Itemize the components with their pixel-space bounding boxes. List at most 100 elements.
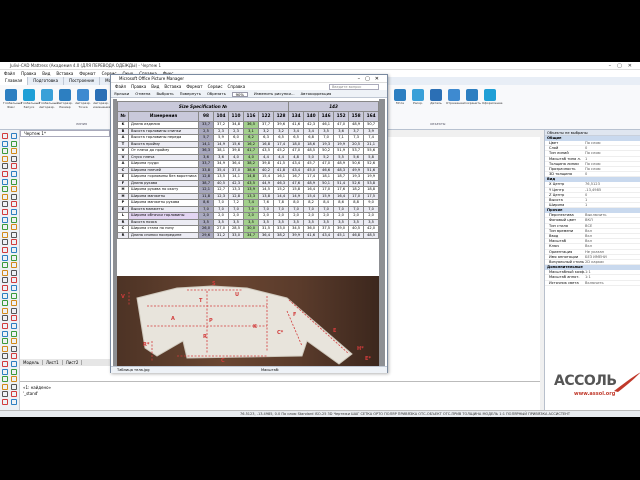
menu-item[interactable]: Вид xyxy=(42,71,50,76)
draw-tool-icon[interactable] xyxy=(11,201,17,208)
spec-row[interactable]: K Длина изделия 33,7 37,2 34,8 36,5 37,7 39,6 41… xyxy=(117,121,380,129)
viewer-tool-button[interactable]: Изменить рисунки... xyxy=(254,91,295,96)
document-tab[interactable]: Чертеж 1* xyxy=(20,130,110,137)
draw-tool-icon[interactable] xyxy=(2,224,8,231)
draw-tool-icon[interactable] xyxy=(11,186,17,193)
draw-tool-icon[interactable] xyxy=(11,171,17,177)
window-controls[interactable]: –▢✕ xyxy=(609,62,638,70)
ribbon-button[interactable]: Мгла xyxy=(392,87,408,106)
draw-tool-icon[interactable] xyxy=(2,269,8,276)
viewer-menu-item[interactable]: Правка xyxy=(131,84,146,89)
spec-row[interactable]: H Ширина рукава по окату 12,1 12,7 13,3 13,9 1… xyxy=(117,186,380,194)
draw-tool-icon[interactable] xyxy=(11,209,17,215)
viewer-menu-item[interactable]: Формат xyxy=(186,84,202,89)
ribbon-button[interactable]: Деталь xyxy=(428,87,444,106)
spec-row[interactable]: A Ширина груди 33,7 34,9 36,4 38,2 39,8 41,5 43,… xyxy=(117,160,380,168)
draw-tool-icon[interactable] xyxy=(2,315,8,322)
spec-row[interactable]: F Длина рукава 38,7 40,5 42,3 43,5 44,9 46,3 47,… xyxy=(117,179,380,187)
viewer-menu-item[interactable]: Сервис xyxy=(208,84,223,89)
draw-tool-icon[interactable] xyxy=(2,391,8,398)
draw-tool-icon[interactable] xyxy=(2,148,8,155)
property-row[interactable]: 3D толщина 0 xyxy=(545,172,640,178)
draw-tool-icon[interactable] xyxy=(11,315,17,322)
draw-tool-icon[interactable] xyxy=(2,239,8,246)
spec-row[interactable]: L Ширина обтачки горловины 2,0 2,0 2,0 2,0 2,0… xyxy=(117,212,380,220)
ribbon-button[interactable]: Глобальный Фикс xyxy=(3,87,22,109)
draw-tool-icon[interactable] xyxy=(2,361,8,367)
property-row[interactable]: Источник света Включить xyxy=(545,281,640,286)
ribbon-button[interactable]: Отражение xyxy=(446,87,464,106)
viewer-tool-button[interactable]: Обрезать xyxy=(207,91,226,96)
ribbon-tab[interactable]: Построение xyxy=(64,77,101,85)
image-view-area[interactable]: Size Specification № 143 № Измерения 98 104 11… xyxy=(113,99,385,366)
draw-tool-icon[interactable] xyxy=(11,285,17,291)
draw-tool-icon[interactable] xyxy=(2,323,8,329)
draw-tool-icon[interactable] xyxy=(2,201,8,208)
viewer-tool-button[interactable]: Выбрать xyxy=(156,91,173,96)
menu-item[interactable]: Вставка xyxy=(56,71,73,76)
ribbon-tab[interactable]: Подготовка xyxy=(28,77,65,85)
ribbon-button[interactable]: Оформление xyxy=(482,87,502,106)
draw-tool-icon[interactable] xyxy=(2,353,8,360)
draw-tool-icon[interactable] xyxy=(11,307,17,314)
draw-tool-icon[interactable] xyxy=(11,383,17,390)
draw-tool-icon[interactable] xyxy=(11,361,17,367)
draw-tool-icon[interactable] xyxy=(11,155,17,162)
draw-tool-icon[interactable] xyxy=(11,300,17,307)
spec-row[interactable]: E Высота манжеты 7,0 7,0 7,0 7,0 7,0 7,0 7,0 7,0 7… xyxy=(117,205,380,213)
draw-tool-icon[interactable] xyxy=(11,345,17,352)
draw-tool-icon[interactable] xyxy=(11,262,17,269)
spec-row[interactable]: V От плеча до пройму 36,3 38,1 39,8 41,7 43,5 4… xyxy=(117,147,380,155)
draw-tool-icon[interactable] xyxy=(11,247,17,253)
draw-tool-icon[interactable] xyxy=(11,330,17,337)
viewer-window-controls[interactable]: –▢✕ xyxy=(358,75,384,83)
draw-tool-icon[interactable] xyxy=(2,216,8,223)
viewer-search-input[interactable]: Введите вопрос xyxy=(329,84,379,90)
draw-tool-icon[interactable] xyxy=(11,178,17,185)
draw-tool-icon[interactable] xyxy=(2,368,8,375)
draw-tool-icon[interactable] xyxy=(2,383,8,390)
property-row[interactable]: Визуальный стиль 2D каркас xyxy=(545,260,640,266)
property-row[interactable]: Ширина 1 xyxy=(545,203,640,209)
draw-tool-icon[interactable] xyxy=(2,300,8,307)
command-line[interactable]: «1: найдено» '_stand' xyxy=(20,381,540,410)
draw-tool-icon[interactable] xyxy=(11,277,17,284)
draw-tool-icon[interactable] xyxy=(2,140,8,147)
draw-tool-icon[interactable] xyxy=(2,376,8,383)
menu-item[interactable]: Правка xyxy=(21,71,36,76)
draw-tool-icon[interactable] xyxy=(11,368,17,375)
ribbon-button[interactable]: Авторазр. Точка xyxy=(75,87,91,109)
draw-tool-icon[interactable] xyxy=(2,155,8,162)
draw-tool-icon[interactable] xyxy=(2,345,8,352)
menu-item[interactable]: Файл xyxy=(4,71,15,76)
draw-tool-icon[interactable] xyxy=(2,163,8,170)
layout-tab[interactable]: Лист2 xyxy=(62,360,83,365)
draw-tool-icon[interactable] xyxy=(2,171,8,177)
draw-tool-icon[interactable] xyxy=(11,224,17,231)
ribbon-button[interactable]: Глобальный Авторазр. xyxy=(39,87,58,109)
draw-tool-icon[interactable] xyxy=(11,376,17,383)
ribbon-button[interactable]: Авторазр. изменения xyxy=(93,87,110,109)
viewer-tool-button[interactable]: Отмена xyxy=(135,91,150,96)
draw-tool-icon[interactable] xyxy=(11,231,17,238)
spec-row[interactable]: C Ширина плечей 33,8 35,4 37,0 38,6 40,2 41,8 43… xyxy=(117,166,380,174)
draw-tool-icon[interactable] xyxy=(11,338,17,345)
spec-row[interactable]: T Высота пройму 14,1 14,9 15,6 16,2 16,8 17,4 18… xyxy=(117,140,380,148)
spec-row[interactable]: A Высота горловины переда 5,7 5,9 6,0 6,2 6,3 6… xyxy=(117,134,380,142)
draw-tool-icon[interactable] xyxy=(11,292,17,299)
layout-tab[interactable]: Модель xyxy=(20,360,44,365)
draw-tool-icon[interactable] xyxy=(11,239,17,246)
viewer-menu-item[interactable]: Вид xyxy=(151,84,159,89)
layout-tab[interactable]: Лист1 xyxy=(43,360,63,365)
menu-item[interactable]: Формат xyxy=(79,71,95,76)
spec-row[interactable]: H Ширина манжеты 11,8 12,3 12,8 13,3 13,8 14,4 1… xyxy=(117,192,380,200)
spec-row[interactable]: R Высота пояса 3,5 3,5 3,5 3,5 3,5 3,5 3,5 3,5 3,5… xyxy=(117,218,380,226)
draw-tool-icon[interactable] xyxy=(2,399,8,405)
viewer-tool-button[interactable]: Автокоррекция xyxy=(301,91,332,96)
draw-tool-icon[interactable] xyxy=(2,209,8,215)
draw-tool-icon[interactable] xyxy=(11,133,17,139)
zoom-select[interactable]: 90% xyxy=(231,91,248,97)
ribbon-button[interactable]: Сохранить xyxy=(464,87,481,106)
draw-tool-icon[interactable] xyxy=(2,178,8,185)
draw-tool-icon[interactable] xyxy=(11,148,17,155)
